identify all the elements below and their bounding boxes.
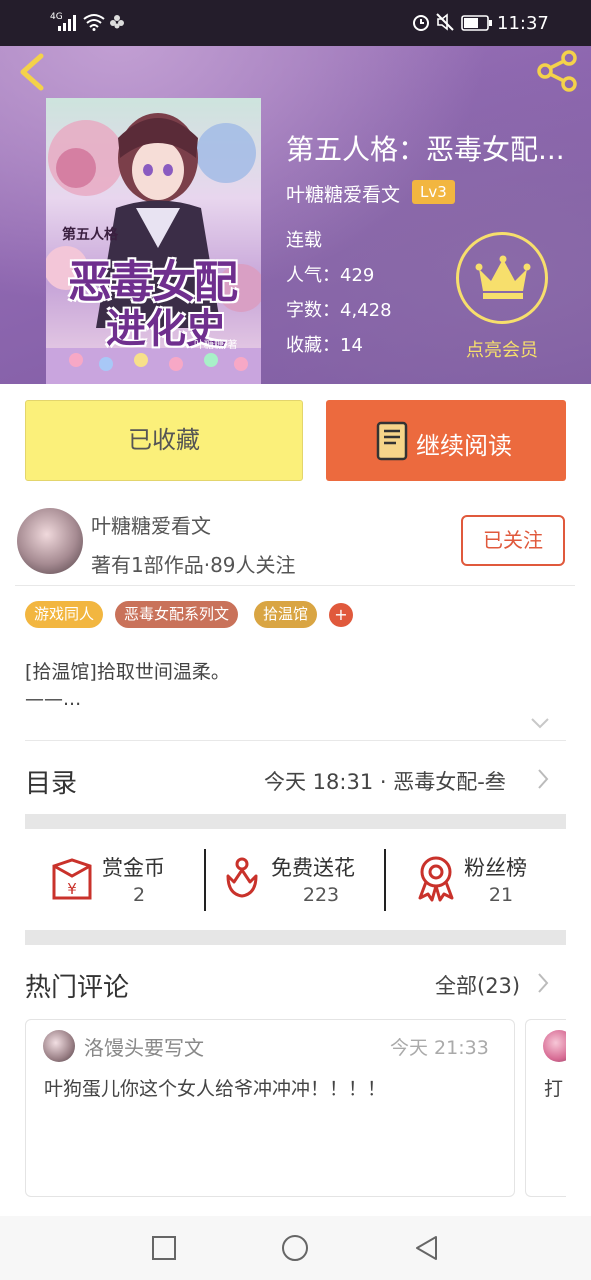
chevron-right-icon[interactable] xyxy=(536,971,550,995)
tag-game-fanfic[interactable]: 游戏同人 xyxy=(25,601,104,628)
follow-button[interactable]: 已关注 xyxy=(461,515,565,566)
commenter-avatar[interactable] xyxy=(43,1030,75,1062)
comment-text: 打 xyxy=(544,1078,564,1100)
home-icon[interactable] xyxy=(281,1234,309,1262)
book-status: 连载 xyxy=(286,230,322,251)
reward-coins-label[interactable]: 赏金币 xyxy=(102,852,165,882)
back-arrow-icon[interactable] xyxy=(14,52,48,92)
commenter-name[interactable]: 洛馒头要写文 xyxy=(84,1032,204,1061)
book-word-count: 字数：4,428 xyxy=(286,300,392,321)
wifi-icon xyxy=(83,14,105,31)
send-flowers-label[interactable]: 免费送花 xyxy=(271,852,355,882)
flower-icon[interactable] xyxy=(222,856,262,900)
section-separator xyxy=(25,814,566,829)
cover-title-small: 第五人格 xyxy=(62,227,118,243)
medal-icon[interactable] xyxy=(414,854,458,902)
divider xyxy=(25,740,566,741)
signal-icon xyxy=(58,15,76,31)
section-separator xyxy=(25,930,566,945)
vip-button[interactable] xyxy=(456,232,548,324)
book-cover[interactable]: 第五人格 恶毒女配 进化史 叶糖糖/著 xyxy=(46,98,261,384)
fan-ranking-value: 21 xyxy=(488,884,514,906)
favorited-button[interactable]: 已收藏 xyxy=(25,400,303,481)
crown-icon xyxy=(475,255,531,299)
intro-line-2: ——... xyxy=(25,688,82,710)
system-nav-bar xyxy=(0,1216,591,1280)
back-icon[interactable] xyxy=(413,1234,439,1262)
recent-apps-icon[interactable] xyxy=(151,1235,177,1261)
stat-separator xyxy=(384,849,386,911)
alarm-icon xyxy=(413,15,429,31)
catalog-label[interactable]: 目录 xyxy=(25,763,77,800)
comment-card[interactable]: 洛馒头要写文 今天 21:33 叶狗蛋儿你这个女人给爷冲冲冲！！！！ xyxy=(25,1019,515,1197)
clock: 11:37 xyxy=(497,13,549,34)
comment-time: 今天 21:33 xyxy=(390,1037,489,1059)
tag-villainess-series[interactable]: 恶毒女配系列文 xyxy=(115,601,239,628)
commenter-avatar[interactable] xyxy=(543,1030,566,1062)
book-icon xyxy=(376,421,408,461)
author-stats: 著有1部作品·89人关注 xyxy=(91,553,296,577)
book-popularity: 人气：429 xyxy=(286,265,375,286)
tag-shiwenguan[interactable]: 拾温馆 xyxy=(254,601,318,628)
svg-text:¥: ¥ xyxy=(67,880,77,898)
all-comments-link[interactable]: 全部(23) xyxy=(435,970,520,1000)
comment-text: 叶狗蛋儿你这个女人给爷冲冲冲！！！！ xyxy=(44,1078,387,1100)
book-favorites: 收藏：14 xyxy=(286,335,363,356)
author-name[interactable]: 叶糖糖爱看文 xyxy=(91,510,211,539)
intro-line-1: [拾温馆]拾取世间温柔。 xyxy=(25,661,230,683)
stat-separator xyxy=(204,849,206,911)
catalog-latest-chapter[interactable]: 今天 18:31 · 恶毒女配-叁 xyxy=(264,766,506,796)
author-level-badge: Lv3 xyxy=(412,180,455,204)
battery-icon xyxy=(461,15,492,31)
chevron-right-icon[interactable] xyxy=(536,767,550,791)
mute-icon xyxy=(436,13,454,31)
continue-reading-label: 继续阅读 xyxy=(416,432,512,460)
author-avatar[interactable] xyxy=(17,508,83,574)
divider xyxy=(15,585,575,586)
chevron-down-icon[interactable] xyxy=(530,716,550,730)
vip-label[interactable]: 点亮会员 xyxy=(452,336,552,362)
book-title: 第五人格：恶毒女配... xyxy=(286,133,565,166)
cover-author: 叶糖糖/著 xyxy=(194,340,238,351)
continue-reading-button[interactable]: 继续阅读 xyxy=(326,400,566,481)
reward-coins-value: 2 xyxy=(132,884,146,906)
red-envelope-icon[interactable]: ¥ xyxy=(50,858,94,902)
share-icon[interactable] xyxy=(535,48,581,94)
add-tag-button[interactable]: + xyxy=(329,603,353,627)
send-flowers-value: 223 xyxy=(302,884,340,906)
status-bar: 4G 11:37 xyxy=(0,0,591,46)
fan-ranking-label[interactable]: 粉丝榜 xyxy=(464,852,527,882)
comment-card[interactable]: 打 xyxy=(525,1019,566,1197)
book-author[interactable]: 叶糖糖爱看文 xyxy=(286,180,400,207)
flower-status-icon xyxy=(110,15,124,29)
hot-comments-title: 热门评论 xyxy=(25,973,130,1003)
